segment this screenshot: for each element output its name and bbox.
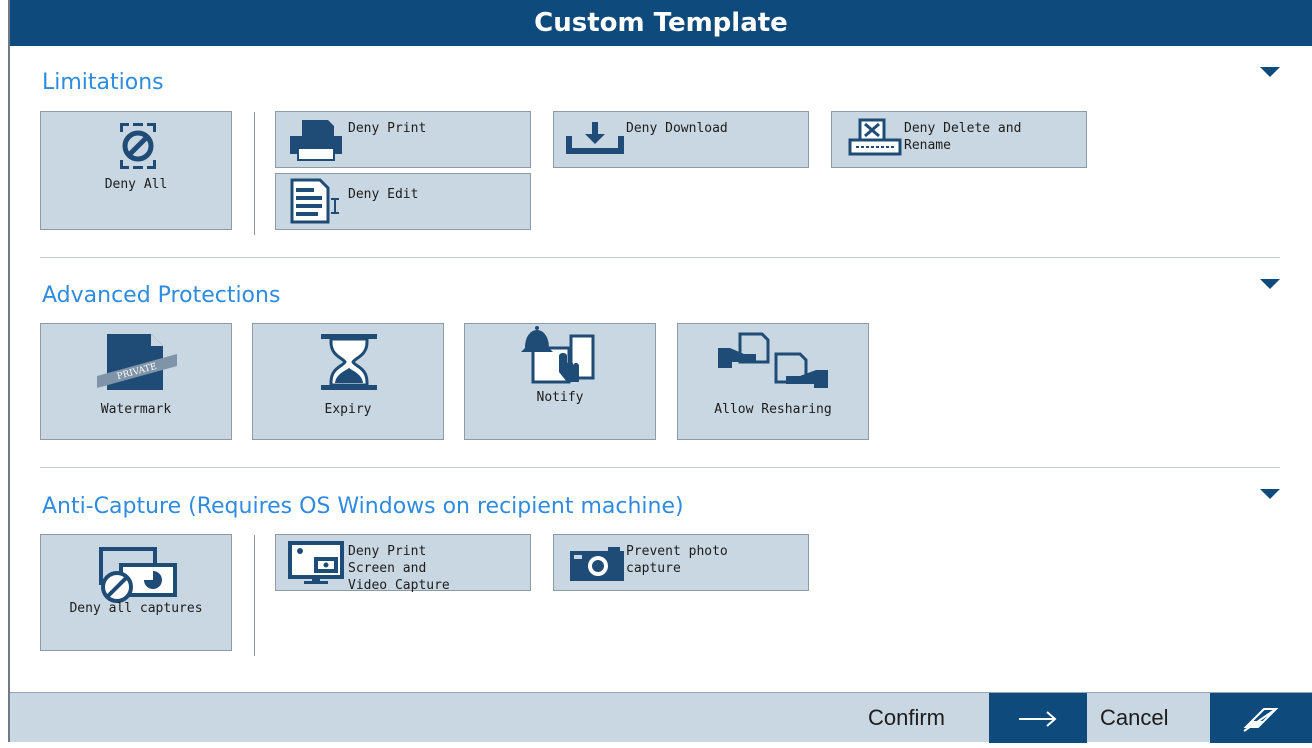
confirm-button[interactable]: Confirm [868, 693, 945, 743]
allow-resharing-label: Allow Resharing [714, 402, 832, 417]
section-divider [40, 467, 1280, 468]
section-title-advanced-protections: Advanced Protections [42, 283, 281, 308]
deny-all-label: Deny All [104, 177, 168, 192]
separator [254, 535, 255, 656]
deny-print-tile[interactable]: Deny Print [275, 111, 531, 168]
eraser-icon [1243, 708, 1279, 732]
expiry-label: Expiry [324, 402, 372, 417]
deny-all-tile[interactable]: Deny All [40, 111, 232, 230]
deny-edit-tile[interactable]: Deny Edit [275, 173, 531, 230]
hourglass-icon [321, 334, 377, 390]
notify-tile[interactable]: Notify [464, 323, 656, 440]
screen-capture-icon [288, 541, 344, 584]
deny-delete-label-1: Deny Delete and [904, 121, 1022, 136]
deny-print-screen-tile[interactable]: Deny Print Screen and Video Capture [275, 534, 531, 593]
expiry-tile[interactable]: Expiry [252, 323, 444, 440]
allow-resharing-tile[interactable]: Allow Resharing [677, 323, 869, 440]
delete-rename-icon [848, 118, 902, 156]
separator [254, 112, 255, 235]
deny-all-icon [120, 123, 156, 169]
resharing-hands-icon [718, 332, 828, 388]
dialog-title: Custom Template [10, 0, 1312, 46]
prevent-photo-tile[interactable]: Prevent photo capture [553, 534, 809, 591]
deny-all-captures-label: Deny all captures [69, 601, 203, 616]
notification-bell-icon [521, 326, 595, 384]
collapse-anti-capture-icon[interactable] [1260, 489, 1280, 499]
deny-print-screen-label-3: Video Capture [348, 578, 450, 593]
deny-edit-label: Deny Edit [348, 187, 419, 202]
deny-download-tile[interactable]: Deny Download [553, 111, 809, 168]
section-title-anti-capture: Anti-Capture (Requires OS Windows on rec… [42, 494, 684, 519]
prevent-photo-label-1: Prevent photo [626, 544, 728, 559]
watermark-label: Watermark [100, 402, 172, 417]
deny-all-captures-tile[interactable]: Deny all captures [40, 534, 232, 651]
deny-delete-label-2: Rename [904, 138, 951, 153]
deny-print-label: Deny Print [348, 121, 427, 136]
section-title-limitations: Limitations [42, 70, 164, 95]
prevent-photo-label-2: capture [626, 561, 681, 576]
collapse-advanced-icon[interactable] [1260, 279, 1280, 289]
deny-all-captures-icon [99, 547, 177, 603]
dialog-footer: Confirm Cancel [10, 692, 1312, 743]
deny-delete-tile[interactable]: Deny Delete and Rename [831, 111, 1087, 168]
collapse-limitations-icon[interactable] [1260, 67, 1280, 77]
cancel-button[interactable]: Cancel [1100, 693, 1168, 743]
deny-print-screen-label-1: Deny Print [348, 544, 427, 559]
deny-print-screen-label-2: Screen and [348, 561, 427, 576]
cancel-icon-button[interactable] [1210, 693, 1312, 743]
watermark-document-icon: PRIVATE [97, 334, 177, 390]
printer-icon [290, 120, 342, 161]
arrow-right-icon [1019, 711, 1057, 727]
deny-download-label: Deny Download [626, 121, 728, 136]
notify-label: Notify [536, 390, 584, 405]
download-icon [566, 122, 624, 154]
edit-document-icon [290, 178, 339, 224]
left-window-edge [0, 0, 10, 742]
watermark-tile[interactable]: PRIVATE Watermark [40, 323, 232, 440]
confirm-arrow-button[interactable] [989, 693, 1087, 743]
section-divider [40, 257, 1280, 258]
camera-icon [570, 547, 624, 581]
